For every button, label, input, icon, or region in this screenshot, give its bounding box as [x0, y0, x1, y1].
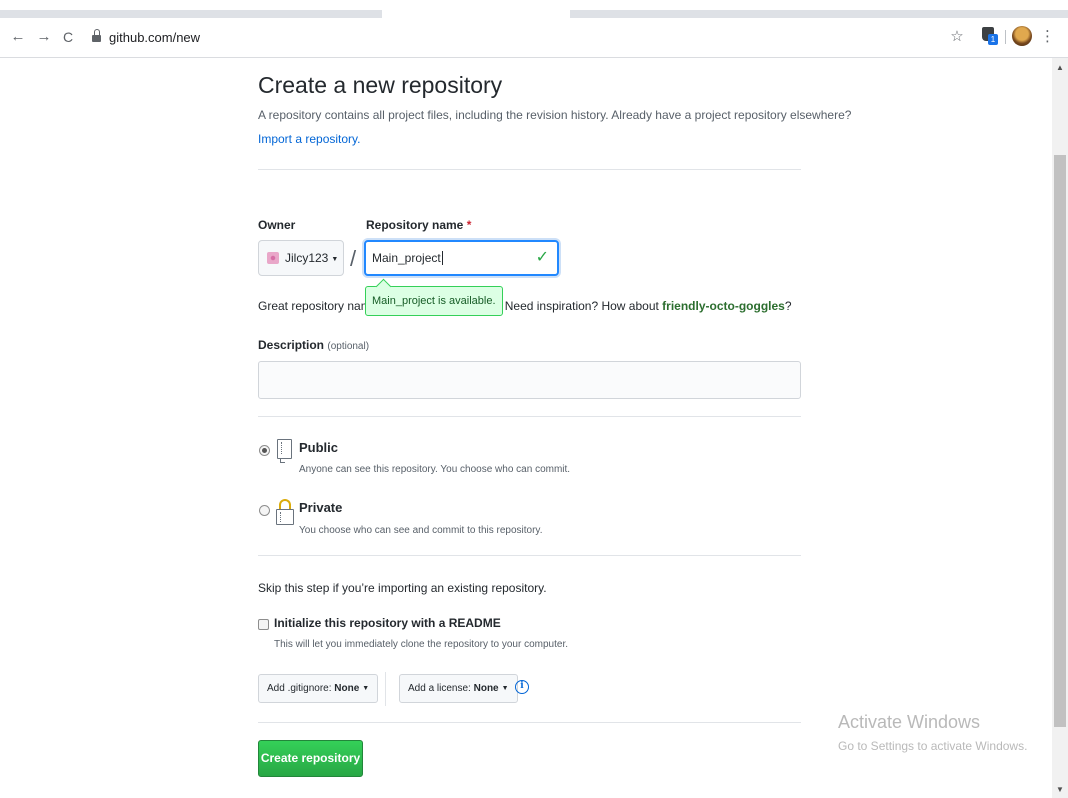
forward-button[interactable]: → [34, 27, 54, 47]
divider [258, 169, 801, 170]
profile-avatar[interactable] [1012, 26, 1032, 46]
browser-tab[interactable] [570, 10, 1068, 18]
required-mark: * [466, 218, 472, 232]
repository-name-value: Main_project [372, 251, 441, 265]
create-repository-button[interactable]: Create repository [258, 740, 363, 777]
owner-value: Jilcy123 [285, 251, 329, 265]
page-subtitle: A repository contains all project files,… [258, 108, 852, 122]
public-title[interactable]: Public [299, 440, 338, 455]
repository-name-input[interactable]: Main_project ✓ [364, 240, 559, 276]
license-dropdown[interactable]: Add a license: None ▼ [399, 674, 518, 703]
divider [258, 722, 801, 723]
readme-label[interactable]: Initialize this repository with a README [274, 616, 501, 630]
private-title[interactable]: Private [299, 500, 342, 515]
import-repository-link[interactable]: Import a repository. [258, 132, 360, 146]
name-suggestion-text: Great repository name e. Need inspiration… [258, 299, 792, 313]
text-cursor [441, 251, 443, 265]
private-lock-icon [276, 499, 294, 525]
scrollbar-thumb[interactable] [1054, 155, 1066, 727]
url-text: github.com/new [109, 30, 201, 45]
readme-description: This will let you immediately clone the … [274, 639, 569, 650]
optional-tag: (optional) [327, 341, 370, 352]
toolbar-divider [1005, 30, 1006, 44]
private-description: You choose who can see and commit to thi… [299, 525, 543, 536]
availability-tooltip: Main_project is available. [365, 286, 503, 316]
public-description: Anyone can see this repository. You choo… [299, 464, 571, 475]
readme-checkbox[interactable] [258, 619, 269, 630]
page-title: Create a new repository [258, 72, 503, 98]
owner-dropdown[interactable]: Jilcy123 ▼ [258, 240, 344, 276]
dropdown-separator [385, 672, 386, 706]
browser-tab[interactable] [0, 10, 382, 18]
tab-strip [0, 0, 1068, 18]
extension-badge: 1 [988, 34, 998, 45]
owner-repo-separator: / [350, 246, 357, 271]
page-scrollbar[interactable]: ▲ ▼ [1052, 58, 1068, 798]
scroll-up-arrow-icon[interactable]: ▲ [1052, 60, 1068, 76]
repo-name-label: Repository name * [366, 218, 472, 232]
skip-step-text: Skip this step if you’re importing an ex… [258, 581, 547, 595]
chevron-down-icon: ▼ [362, 685, 370, 692]
back-button[interactable]: ← [8, 27, 28, 47]
chevron-down-icon: ▼ [331, 256, 339, 263]
description-input[interactable] [258, 361, 801, 399]
public-radio[interactable] [259, 445, 270, 456]
browser-menu-icon[interactable]: ⋮ [1040, 27, 1055, 47]
owner-label: Owner [258, 218, 296, 232]
browser-toolbar: ← → C github.com/new ☆ ⋮ [0, 18, 1068, 58]
description-label: Description (optional) [258, 338, 370, 352]
extension-icon[interactable]: 1 [982, 27, 998, 45]
windows-activation-watermark: Activate Windows Go to Settings to activ… [838, 712, 1028, 753]
info-icon[interactable]: i [515, 680, 529, 694]
check-icon: ✓ [535, 249, 549, 266]
gitignore-dropdown[interactable]: Add .gitignore: None ▼ [258, 674, 379, 703]
suggested-name-link[interactable]: friendly-octo-goggles [662, 299, 785, 313]
owner-avatar-icon [267, 252, 279, 264]
reload-button[interactable]: C [58, 27, 78, 47]
divider [258, 416, 801, 417]
bookmark-star-icon[interactable]: ☆ [948, 27, 966, 47]
private-radio[interactable] [259, 505, 270, 516]
chevron-down-icon: ▼ [501, 685, 509, 692]
scroll-down-arrow-icon[interactable]: ▼ [1052, 782, 1068, 798]
repo-book-icon [277, 439, 293, 463]
divider [258, 555, 801, 556]
address-bar[interactable]: github.com/new [92, 27, 392, 49]
lock-icon [92, 29, 101, 43]
